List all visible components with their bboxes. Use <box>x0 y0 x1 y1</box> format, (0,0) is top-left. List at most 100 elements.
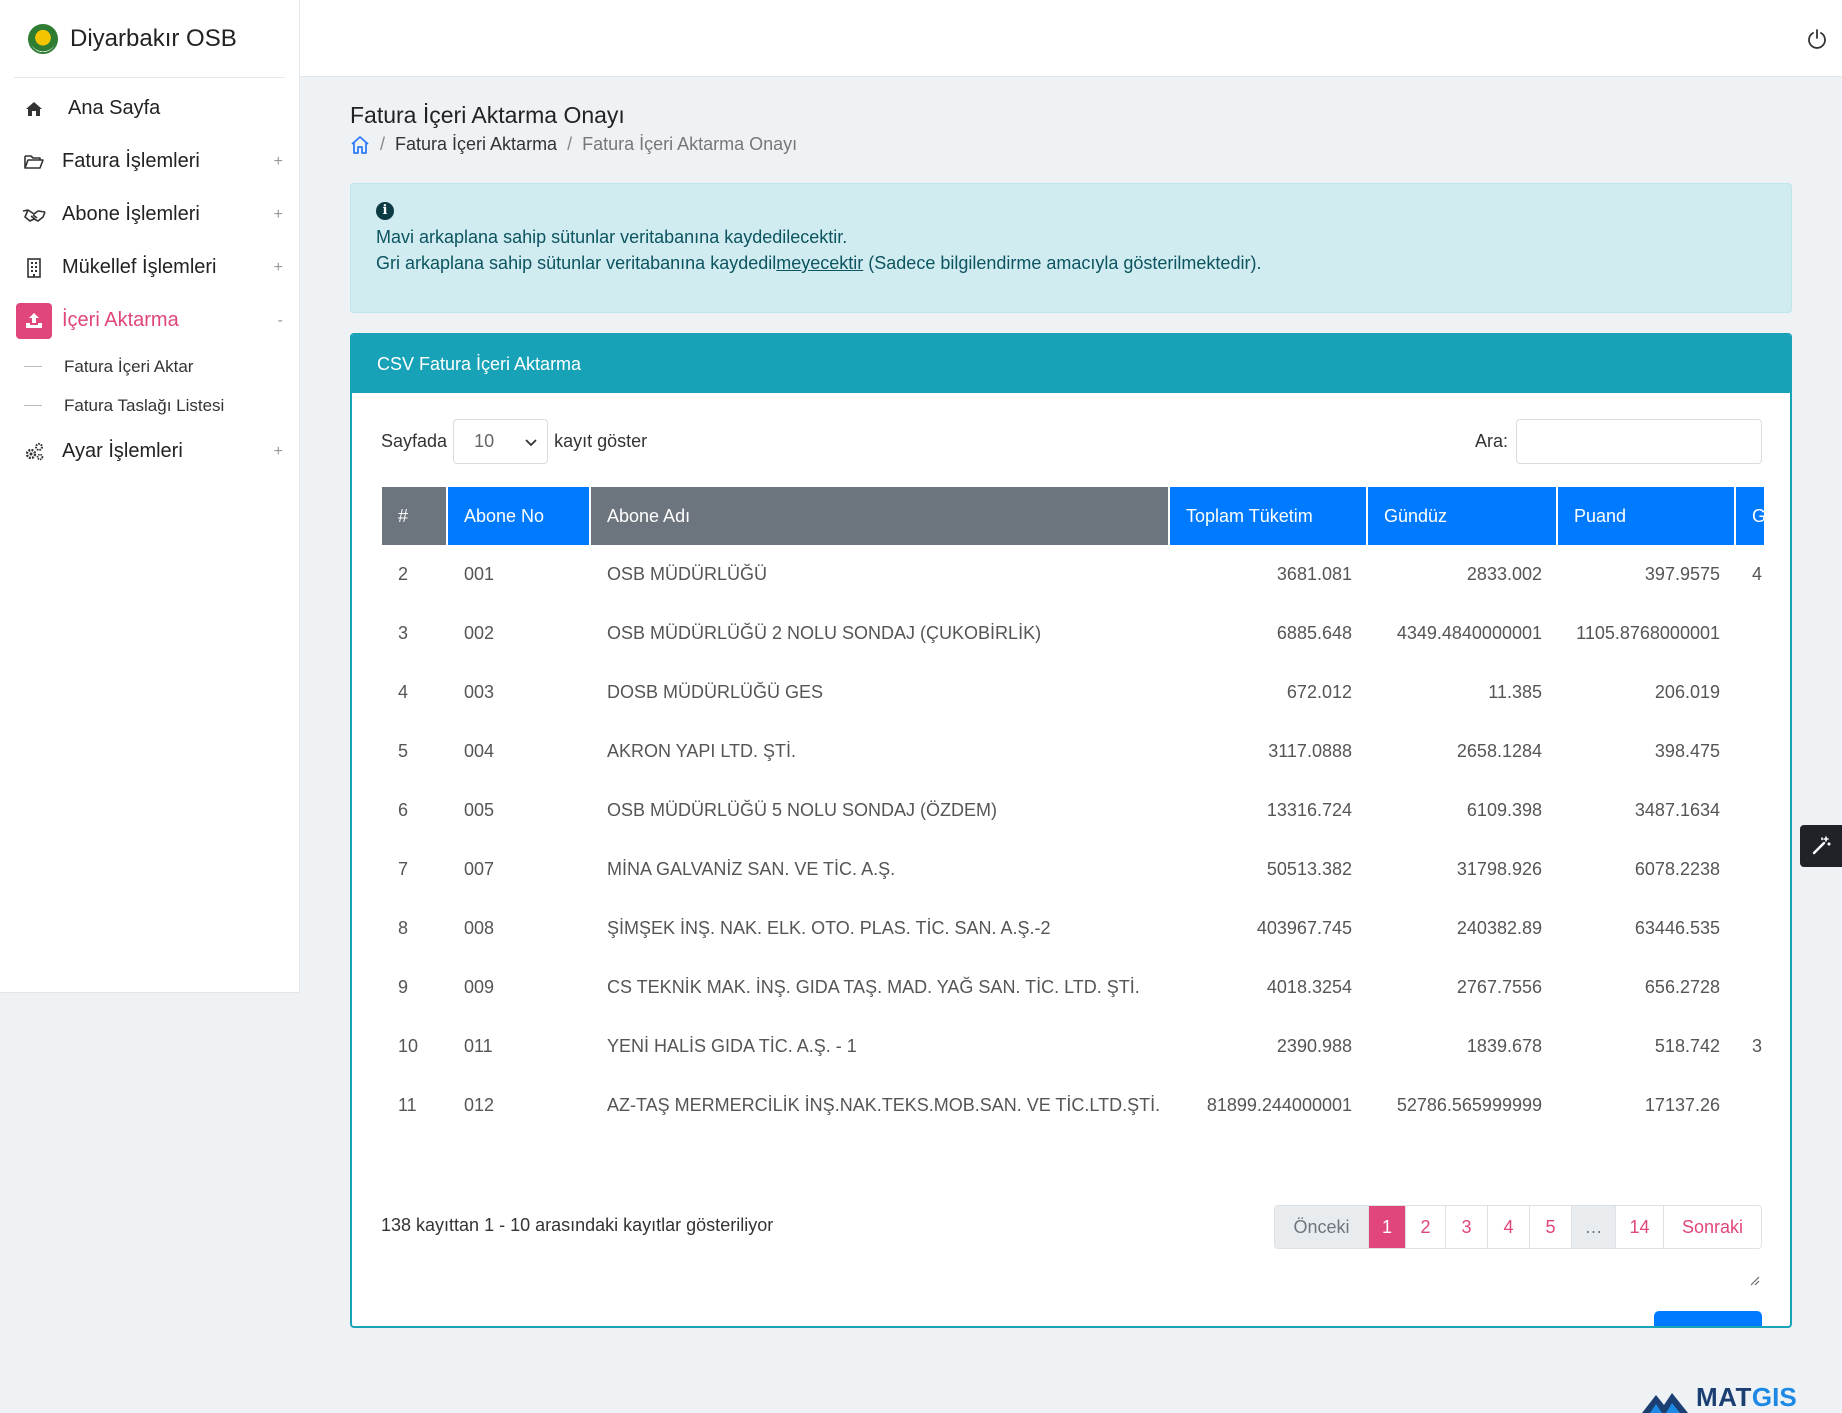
search-input[interactable] <box>1516 419 1762 464</box>
pagination-page[interactable]: 4 <box>1488 1206 1530 1248</box>
table-cell <box>1736 604 1764 663</box>
pagination-page[interactable]: 14 <box>1616 1206 1664 1248</box>
table-cell: 52786.565999999 <box>1396 1095 1542 1115</box>
column-header-toplam-tuketim[interactable]: Toplam Tüketim <box>1170 487 1368 545</box>
alert-line-2: Gri arkaplana sahip sütunlar veritabanın… <box>376 250 1766 276</box>
pagination-page[interactable]: 2 <box>1406 1206 1446 1248</box>
table-cell: 2 <box>398 564 409 584</box>
table-cell: 1839.678 <box>1466 1036 1542 1056</box>
data-table-wrapper[interactable]: # Abone No Abone Adı Toplam Tüketim Günd… <box>382 487 1764 1135</box>
sidebar-item-ana-sayfa[interactable]: Ana Sayfa <box>0 82 299 135</box>
table-row: 8 008 ŞİMŞEK İNŞ. NAK. ELK. OTO. PLAS. TİC… <box>382 899 1764 958</box>
page-length-prefix: Sayfada <box>381 431 448 451</box>
footer-logo: MAT GIS <box>1642 1382 1797 1413</box>
table-cell: 3487.1634 <box>1634 800 1720 820</box>
page-length-select[interactable]: 10 <box>453 419 549 464</box>
brand-name: Diyarbakır OSB <box>70 24 237 52</box>
topbar <box>300 0 1842 77</box>
building-icon <box>22 256 46 280</box>
table-cell: YENİ HALİS GIDA TİC. A.Ş. - 1 <box>607 1036 857 1056</box>
table-cell: DOSB MÜDÜRLÜĞÜ GES <box>607 682 824 702</box>
table-row: 4 003 DOSB MÜDÜRLÜĞÜ GES 672.012 11.385 206.0… <box>382 663 1764 722</box>
pagination-next[interactable]: Sonraki <box>1664 1206 1761 1248</box>
gears-icon <box>22 440 46 464</box>
sidebar-item-mukellef-islemleri[interactable]: Mükellef İşlemleri + <box>0 241 299 294</box>
info-alert: i Mavi arkaplana sahip sütunlar veritaba… <box>350 183 1792 313</box>
breadcrumb-link[interactable]: Fatura İçeri Aktarma <box>395 134 557 155</box>
table-cell <box>1736 663 1764 722</box>
table-body: 2 001 OSB MÜDÜRLÜĞÜ 3681.081 2833.002 397.957… <box>382 545 1764 1135</box>
table-cell: 240382.89 <box>1456 918 1542 938</box>
table-cell: 10 <box>398 1036 419 1056</box>
table-row: 3 002 OSB MÜDÜRLÜĞÜ 2 NOLU SONDAJ (ÇUKOBİR… <box>382 604 1764 663</box>
brand-logo-icon <box>28 23 58 54</box>
pagination-page[interactable]: 5 <box>1530 1206 1572 1248</box>
table-header-row: # Abone No Abone Adı Toplam Tüketim Günd… <box>382 487 1764 545</box>
table-cell <box>1736 722 1764 781</box>
sidebar-subitem-label: Fatura Taslağı Listesi <box>64 395 225 415</box>
column-header-index[interactable]: # <box>382 487 448 545</box>
column-header-abone-adi[interactable]: Abone Adı <box>591 487 1170 545</box>
table-cell: 398.475 <box>1654 741 1720 761</box>
collapse-icon: - <box>277 311 283 329</box>
pagination-ellipsis: … <box>1572 1206 1616 1248</box>
sidebar-item-iceri-aktarma[interactable]: İçeri Aktarma - <box>0 294 299 347</box>
table-cell: 005 <box>464 800 495 820</box>
subitem-dash <box>24 366 42 367</box>
brand[interactable]: Diyarbakır OSB <box>14 0 285 78</box>
table-cell: 672.012 <box>1286 682 1352 702</box>
handshake-icon <box>22 203 46 227</box>
table-cell: 002 <box>464 623 495 643</box>
expand-icon: + <box>273 152 283 170</box>
table-cell: 007 <box>464 859 495 879</box>
home-icon[interactable] <box>350 135 370 155</box>
upload-icon <box>16 302 52 339</box>
table-cell: 3681.081 <box>1276 564 1352 584</box>
alert-line-2-prefix: Gri arkaplana sahip sütunlar veritabanın… <box>376 253 777 273</box>
sidebar-item-label: Ana Sayfa <box>68 97 161 119</box>
column-header-partial[interactable]: G <box>1736 487 1764 545</box>
table-cell: OSB MÜDÜRLÜĞÜ 2 NOLU SONDAJ (ÇUKOBİRLİK) <box>607 623 1042 643</box>
chevron-down-icon <box>525 431 537 452</box>
breadcrumb-separator: / <box>567 134 573 154</box>
table-cell: 3 <box>1752 1036 1763 1056</box>
table-cell: 6078.2238 <box>1634 859 1720 879</box>
pagination-page[interactable]: 1 <box>1369 1206 1406 1248</box>
card-title: CSV Fatura İçeri Aktarma <box>352 335 1790 393</box>
sidebar-subitem-fatura-iceri-aktar[interactable]: Fatura İçeri Aktar <box>0 347 299 386</box>
column-header-puand[interactable]: Puand <box>1558 487 1736 545</box>
table-cell: 397.9575 <box>1644 564 1720 584</box>
table-cell: 012 <box>464 1095 495 1115</box>
table-row: 10 011 YENİ HALİS GIDA TİC. A.Ş. - 1 2390.9… <box>382 1017 1764 1076</box>
sidebar-item-label: Fatura İşlemleri <box>62 150 200 172</box>
footer-logo-text-1: MAT <box>1696 1382 1752 1412</box>
column-header-gunduz[interactable]: Gündüz <box>1368 487 1558 545</box>
table-cell: CS TEKNİK MAK. İNŞ. GIDA TAŞ. MAD. YAĞ S… <box>607 977 1140 997</box>
table-cell: 001 <box>464 564 495 584</box>
table-cell: 63446.535 <box>1634 918 1720 938</box>
table-cell: 31798.926 <box>1456 859 1542 879</box>
sidebar-item-fatura-islemleri[interactable]: Fatura İşlemleri + <box>0 135 299 188</box>
breadcrumb: / Fatura İçeri Aktarma / Fatura İçeri Ak… <box>350 134 797 155</box>
table-row: 7 007 MİNA GALVANİZ SAN. VE TİC. A.Ş. 50513… <box>382 840 1764 899</box>
pagination-page[interactable]: 3 <box>1446 1206 1488 1248</box>
table-cell: 008 <box>464 918 495 938</box>
table-cell: 2833.002 <box>1466 564 1542 584</box>
data-table: # Abone No Abone Adı Toplam Tüketim Günd… <box>382 487 1764 1135</box>
sidebar-item-abone-islemleri[interactable]: Abone İşlemleri + <box>0 188 299 241</box>
table-cell: MİNA GALVANİZ SAN. VE TİC. A.Ş. <box>607 859 896 879</box>
table-cell: OSB MÜDÜRLÜĞÜ 5 NOLU SONDAJ (ÖZDEM) <box>607 800 998 820</box>
submit-button[interactable]: Gönder <box>1654 1311 1762 1326</box>
power-icon[interactable] <box>1806 28 1828 50</box>
csv-import-card: CSV Fatura İçeri Aktarma Sayfada 10 kayı… <box>350 333 1792 1328</box>
page-length-value: 10 <box>474 431 495 451</box>
magic-wand-icon[interactable] <box>1800 825 1842 867</box>
resize-handle-icon[interactable] <box>1748 1273 1760 1286</box>
table-row: 9 009 CS TEKNİK MAK. İNŞ. GIDA TAŞ. MAD. Y… <box>382 958 1764 1017</box>
sidebar-item-ayar-islemleri[interactable]: Ayar İşlemleri + <box>0 425 299 478</box>
sidebar-item-label: Ayar İşlemleri <box>62 440 183 462</box>
sidebar-subitem-fatura-taslagi-listesi[interactable]: Fatura Taslağı Listesi <box>0 386 299 425</box>
column-header-abone-no[interactable]: Abone No <box>448 487 591 545</box>
table-cell: 004 <box>464 741 495 761</box>
pagination-previous[interactable]: Önceki <box>1275 1206 1369 1248</box>
